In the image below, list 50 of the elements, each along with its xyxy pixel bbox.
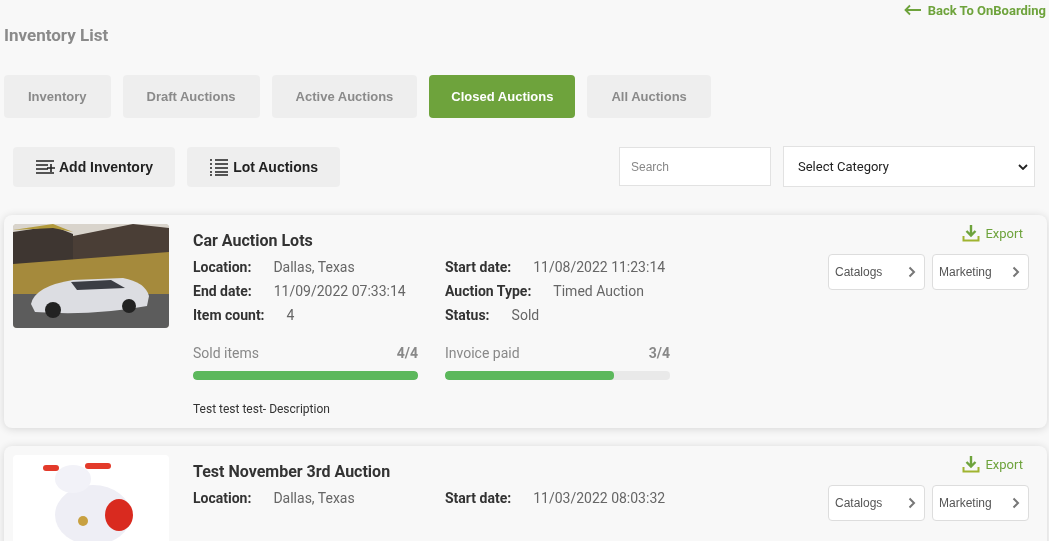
field-label: Location:: [193, 490, 252, 506]
list-icon: [209, 157, 230, 176]
tab[interactable]: All Auctions: [587, 75, 711, 118]
auction-description: Test test test- Description: [193, 402, 331, 416]
nav-button[interactable]: Marketing: [932, 485, 1029, 521]
page-title: Inventory List: [4, 25, 110, 45]
chevron-right-icon: [1012, 266, 1020, 278]
arrow-left-icon: [903, 4, 922, 16]
tab[interactable]: Active Auctions: [271, 75, 418, 118]
back-link[interactable]: Back To OnBoarding: [903, 1, 1046, 19]
chevron-right-icon: [1012, 497, 1020, 509]
nav-button[interactable]: Catalogs: [828, 254, 925, 290]
export-link[interactable]: Export: [962, 224, 1023, 242]
nav-button[interactable]: Marketing: [932, 254, 1029, 290]
field-value: 11/08/2022 11:23:14: [533, 259, 666, 275]
field-value: Dallas, Texas: [273, 490, 355, 506]
chevron-right-icon: [908, 497, 916, 509]
export-link[interactable]: Export: [962, 455, 1023, 473]
field-value: 4: [286, 307, 295, 323]
field-label: Auction Type:: [445, 283, 532, 299]
download-icon: [962, 224, 981, 242]
progress-reading: 3/4: [648, 345, 670, 361]
progress-label: Invoice paid: [445, 345, 520, 361]
tab[interactable]: Inventory: [4, 75, 111, 118]
add-list-icon: [35, 158, 55, 175]
action-button[interactable]: Lot Auctions: [187, 146, 341, 187]
search-field[interactable]: Search: [619, 147, 771, 186]
nav-button[interactable]: Catalogs: [828, 485, 925, 521]
field-value: 11/03/2022 08:03:32: [533, 490, 666, 506]
field-value: Sold: [511, 307, 540, 323]
field-label: Start date:: [445, 490, 512, 506]
field-label: Item count:: [193, 307, 265, 323]
action-button[interactable]: Add Inventory: [13, 146, 176, 187]
progress-label: Sold items: [193, 345, 259, 361]
auction-title: Car Auction Lots: [193, 231, 314, 250]
field-label: Location:: [193, 259, 252, 275]
field-label: End date:: [193, 283, 252, 299]
chevron-down-icon: [1018, 163, 1028, 170]
tab[interactable]: Draft Auctions: [122, 75, 260, 118]
field-label: Start date:: [445, 259, 512, 275]
field-value: 11/09/2022 07:33:14: [273, 283, 406, 299]
progress-reading: 4/4: [396, 345, 418, 361]
field-value: Dallas, Texas: [273, 259, 355, 275]
field-value: Timed Auction: [553, 283, 644, 299]
tab[interactable]: Closed Auctions: [429, 75, 576, 118]
auction-title: Test November 3rd Auction: [193, 462, 392, 481]
chevron-right-icon: [908, 266, 916, 278]
download-icon: [962, 455, 981, 473]
category-select[interactable]: Select Category: [783, 146, 1035, 187]
field-label: Status:: [445, 307, 490, 323]
